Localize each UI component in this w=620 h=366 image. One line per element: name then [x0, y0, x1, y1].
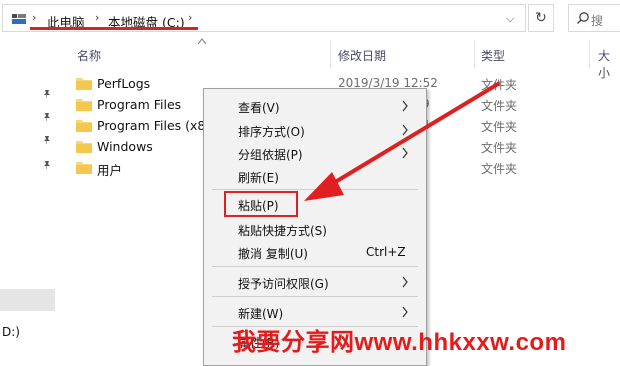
folder-icon — [76, 120, 92, 132]
submenu-arrow-icon — [402, 306, 408, 318]
file-name: PerfLogs — [97, 76, 151, 91]
submenu-arrow-icon — [402, 100, 408, 112]
menu-item-grant-access[interactable]: 授予访问权限(G) — [238, 275, 329, 292]
folder-icon — [76, 162, 92, 174]
nav-item-drive-d[interactable]: D:) — [2, 325, 20, 339]
folder-icon — [76, 141, 92, 153]
menu-item-new[interactable]: 新建(W) — [238, 305, 283, 322]
submenu-arrow-icon — [402, 147, 408, 159]
column-divider[interactable] — [330, 40, 331, 68]
undo-shortcut-label: Ctrl+Z — [366, 245, 406, 259]
submenu-arrow-icon — [402, 276, 408, 288]
menu-separator — [212, 296, 418, 297]
column-header-type[interactable]: 类型 — [481, 47, 505, 75]
watermark-text: 我要分享网www.hhkxxw.com — [232, 329, 567, 356]
file-type: 文件夹 — [481, 78, 518, 92]
pin-icon[interactable] — [42, 160, 52, 170]
menu-item-paste[interactable]: 粘贴(P) — [238, 197, 279, 214]
folder-icon — [76, 99, 92, 111]
search-input[interactable]: 搜 — [568, 4, 620, 32]
file-name: Program Files (x86 — [97, 118, 214, 133]
folder-icon — [76, 78, 92, 90]
chevron-down-icon[interactable]: ⌵ — [506, 12, 516, 25]
file-type: 文件夹 — [481, 120, 518, 134]
pin-icon[interactable] — [42, 135, 52, 145]
navigation-pane — [0, 38, 56, 366]
refresh-button[interactable]: ↻ — [528, 4, 554, 32]
file-name: Windows — [97, 139, 153, 154]
file-type: 文件夹 — [481, 162, 518, 176]
file-name: Program Files — [97, 97, 182, 112]
menu-item-undo-copy[interactable]: 撤消 复制(U) — [238, 245, 308, 262]
pin-icon[interactable] — [42, 89, 52, 99]
sort-caret-icon — [198, 38, 206, 44]
column-divider[interactable] — [474, 40, 475, 68]
breadcrumb-separator-icon[interactable]: › — [188, 11, 192, 24]
menu-item-refresh[interactable]: 刷新(E) — [238, 169, 279, 186]
submenu-arrow-icon — [402, 124, 408, 136]
address-bar-area: › 此电脑 › 本地磁盘 (C:) › ⌵ ↻ 搜 — [0, 0, 620, 38]
column-header-size[interactable]: 大小 — [598, 47, 620, 80]
search-icon — [577, 12, 589, 24]
search-placeholder: 搜 — [591, 14, 604, 28]
breadcrumb-separator-icon[interactable]: › — [95, 11, 99, 24]
column-header-date[interactable]: 修改日期 — [338, 47, 386, 75]
menu-separator — [212, 189, 418, 190]
file-name: 用户 — [97, 163, 123, 178]
menu-item-view[interactable]: 查看(V) — [238, 99, 280, 116]
menu-item-paste-shortcut[interactable]: 粘贴快捷方式(S) — [238, 222, 327, 239]
this-pc-icon — [12, 14, 26, 24]
pin-icon[interactable] — [42, 112, 52, 122]
breadcrumb-highlight-underline — [30, 27, 198, 30]
file-type: 文件夹 — [481, 141, 518, 155]
refresh-icon: ↻ — [535, 10, 547, 26]
file-type: 文件夹 — [481, 99, 518, 113]
column-header-name[interactable]: 名称 — [77, 47, 101, 75]
column-divider[interactable] — [589, 40, 590, 68]
menu-item-group-by[interactable]: 分组依据(P) — [238, 146, 303, 163]
menu-separator — [212, 266, 418, 267]
breadcrumb-separator-icon[interactable]: › — [32, 11, 36, 24]
menu-item-sort-by[interactable]: 排序方式(O) — [238, 123, 305, 140]
nav-item-selected[interactable] — [0, 289, 55, 311]
